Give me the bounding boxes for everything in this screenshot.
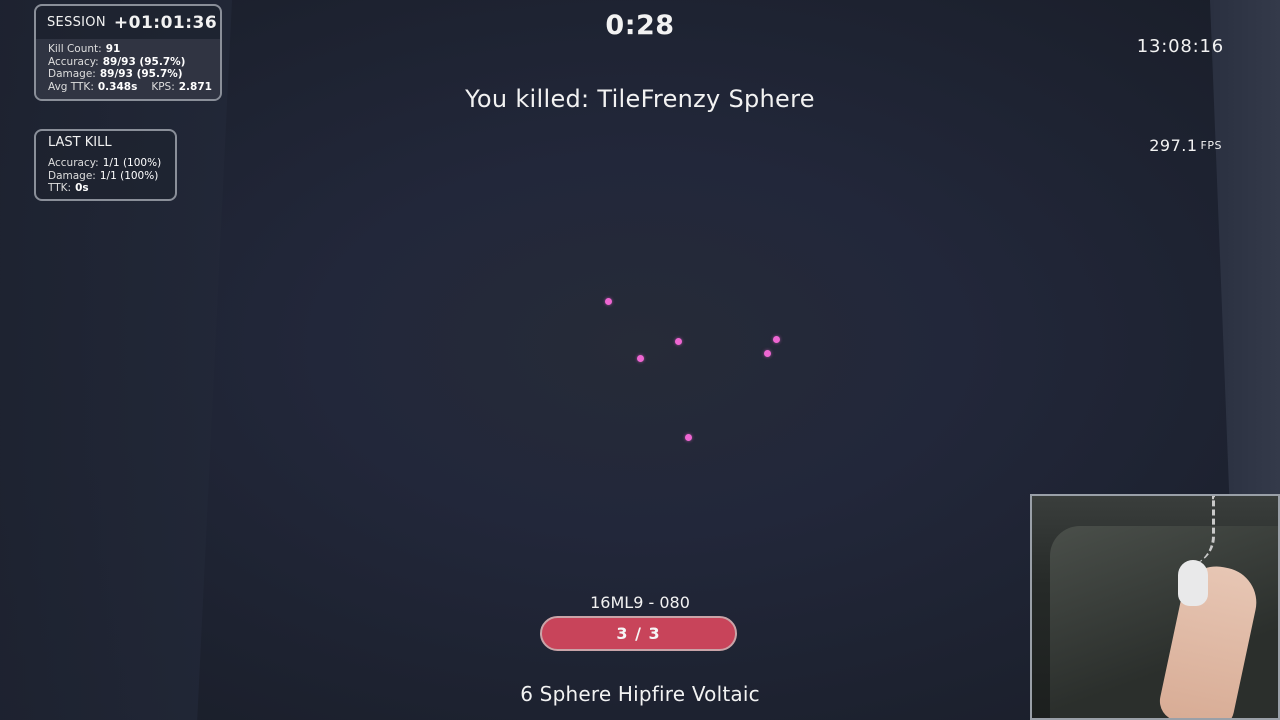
- kill-message: You killed: TileFrenzy Sphere: [465, 85, 815, 113]
- target-sphere[interactable]: [773, 336, 780, 343]
- last-kill-ttk-row: TTK: 0s: [48, 182, 175, 195]
- fps-unit: FPS: [1200, 139, 1222, 152]
- last-kill-damage-row: Damage: 1/1 (100%): [48, 170, 175, 183]
- webcam-overlay: [1030, 494, 1280, 720]
- target-sphere[interactable]: [764, 350, 771, 357]
- last-kill-accuracy-value: 1/1 (100%): [102, 157, 162, 169]
- target-sphere[interactable]: [685, 434, 692, 441]
- last-kill-damage-value: 1/1 (100%): [99, 169, 159, 182]
- damage-label: Damage:: [48, 68, 96, 81]
- fps-counter: 297.1 FPS: [1149, 136, 1222, 155]
- damage-value: 89/93 (95.7%): [99, 68, 183, 81]
- progress-label: 3 / 3: [616, 624, 661, 643]
- last-kill-title: LAST KILL: [48, 135, 112, 150]
- last-kill-ttk-label: TTK:: [48, 182, 72, 195]
- last-kill-accuracy-label: Accuracy:: [48, 157, 99, 169]
- progress-bar: 3 / 3: [540, 616, 737, 651]
- session-kill-count-row: Kill Count: 91: [48, 43, 220, 56]
- kill-count-label: Kill Count:: [48, 43, 102, 55]
- target-sphere[interactable]: [605, 298, 612, 305]
- accuracy-label: Accuracy:: [48, 55, 99, 68]
- mouse-image: [1178, 560, 1208, 606]
- target-sphere[interactable]: [637, 355, 644, 362]
- session-accuracy-row: Accuracy: 89/93 (95.7%): [48, 56, 220, 69]
- last-kill-body: Accuracy: 1/1 (100%) Damage: 1/1 (100%) TT…: [36, 157, 175, 195]
- system-clock: 13:08:16: [1136, 36, 1224, 57]
- target-sphere[interactable]: [675, 338, 682, 345]
- last-kill-accuracy-row: Accuracy: 1/1 (100%): [48, 157, 175, 170]
- accuracy-value: 89/93 (95.7%): [102, 55, 186, 68]
- last-kill-ttk-value: 0s: [75, 182, 89, 195]
- round-timer: 0:28: [605, 10, 675, 41]
- last-kill-panel: LAST KILL Accuracy: 1/1 (100%) Damage: 1/1…: [34, 129, 177, 201]
- fps-value: 297.1: [1149, 136, 1198, 155]
- kill-count-value: 91: [105, 43, 121, 55]
- last-kill-damage-label: Damage:: [48, 169, 96, 182]
- session-damage-row: Damage: 89/93 (95.7%): [48, 68, 220, 81]
